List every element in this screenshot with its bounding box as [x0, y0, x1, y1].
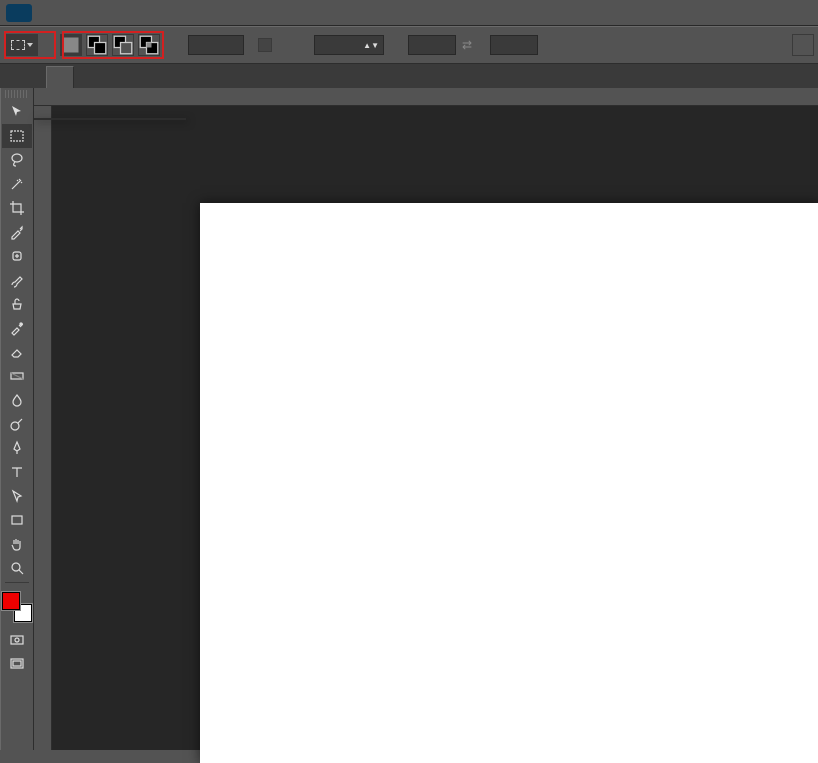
- ruler-horizontal[interactable]: [34, 88, 818, 106]
- type-tool[interactable]: [2, 460, 32, 484]
- crop-tool[interactable]: [2, 196, 32, 220]
- eraser-tool[interactable]: [2, 340, 32, 364]
- document-canvas[interactable]: [200, 203, 818, 763]
- dodge-tool[interactable]: [2, 412, 32, 436]
- options-bar: ▲▼ ⇄: [0, 26, 818, 64]
- gradient-tool[interactable]: [2, 364, 32, 388]
- toolbox: [0, 88, 34, 750]
- brush-tool[interactable]: [2, 268, 32, 292]
- healing-brush-tool[interactable]: [2, 244, 32, 268]
- chevron-down-icon: [27, 43, 33, 47]
- marquee-flyout-menu: [34, 118, 186, 120]
- toolbox-grip[interactable]: [5, 90, 29, 98]
- add-selection-icon: [87, 35, 107, 55]
- refine-edge-button[interactable]: [792, 34, 814, 56]
- foreground-color-swatch[interactable]: [2, 592, 20, 610]
- toolbox-divider: [5, 582, 29, 586]
- workspace: [0, 88, 818, 750]
- document-tab-bar: [0, 64, 818, 88]
- blur-tool[interactable]: [2, 388, 32, 412]
- pen-tool[interactable]: [2, 436, 32, 460]
- hand-tool[interactable]: [2, 532, 32, 556]
- selection-add-button[interactable]: [86, 34, 108, 56]
- tool-preset-button[interactable]: [6, 34, 38, 56]
- screen-mode-tool[interactable]: [2, 652, 32, 676]
- move-tool[interactable]: [2, 100, 32, 124]
- eyedropper-tool[interactable]: [2, 220, 32, 244]
- marquee-tool[interactable]: [2, 124, 32, 148]
- width-input[interactable]: [408, 35, 456, 55]
- chevron-updown-icon: ▲▼: [363, 41, 379, 50]
- history-brush-tool[interactable]: [2, 316, 32, 340]
- magic-wand-tool[interactable]: [2, 172, 32, 196]
- lasso-tool[interactable]: [2, 148, 32, 172]
- swap-icon[interactable]: ⇄: [462, 38, 472, 52]
- selection-subtract-button[interactable]: [112, 34, 134, 56]
- document-tab[interactable]: [46, 66, 74, 88]
- marquee-icon: [11, 40, 25, 50]
- subtract-selection-icon: [113, 35, 133, 55]
- menu-bar: [0, 0, 818, 26]
- feather-input[interactable]: [188, 35, 244, 55]
- path-selection-tool[interactable]: [2, 484, 32, 508]
- app-logo: [6, 4, 32, 22]
- zoom-tool[interactable]: [2, 556, 32, 580]
- quick-mask-tool[interactable]: [2, 628, 32, 652]
- clone-stamp-tool[interactable]: [2, 292, 32, 316]
- canvas-area: [52, 106, 818, 750]
- antialias-checkbox[interactable]: [258, 38, 272, 52]
- color-swatches[interactable]: [2, 592, 32, 622]
- rectangle-tool[interactable]: [2, 508, 32, 532]
- height-input[interactable]: [490, 35, 538, 55]
- new-selection-icon: [61, 35, 81, 55]
- selection-intersect-button[interactable]: [138, 34, 160, 56]
- style-select[interactable]: ▲▼: [314, 35, 384, 55]
- intersect-selection-icon: [139, 35, 159, 55]
- ruler-vertical[interactable]: [34, 106, 52, 750]
- selection-new-button[interactable]: [60, 34, 82, 56]
